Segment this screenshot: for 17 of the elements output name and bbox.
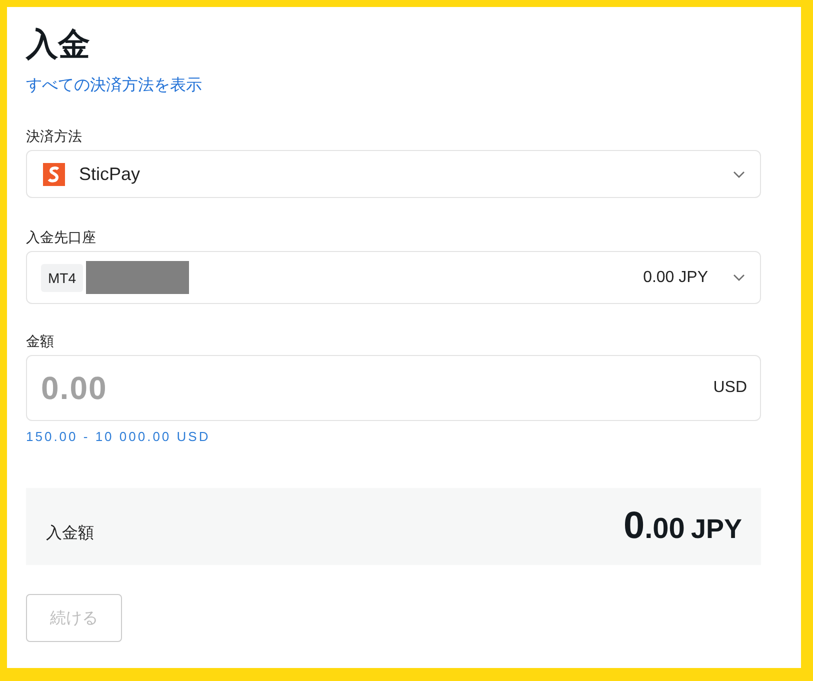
currency-label: USD: [713, 378, 747, 398]
amount-range-hint: 150.00 - 10 000.00 USD: [26, 429, 210, 445]
total-amount: 0.00: [623, 504, 685, 549]
payment-logo-icon: [43, 162, 65, 186]
all-payment-methods-link[interactable]: すべての決済方法を表示: [26, 74, 202, 98]
summary-label: 入金額: [46, 524, 94, 544]
account-select[interactable]: MT4 0.00 JPY: [26, 251, 761, 304]
chevron-down-icon: [733, 170, 745, 178]
account-balance: 0.00 JPY: [643, 268, 708, 286]
field-label: 決済方法: [26, 127, 82, 146]
chevron-down-icon: [733, 274, 745, 281]
payment-method-select[interactable]: SticPay: [26, 150, 761, 198]
field-label: 入金先口座: [26, 228, 96, 247]
total-currency: JPY: [690, 514, 742, 545]
page-title: 入金: [26, 25, 90, 64]
field-label: 金額: [26, 332, 54, 351]
platform-badge: MT4: [41, 264, 83, 292]
